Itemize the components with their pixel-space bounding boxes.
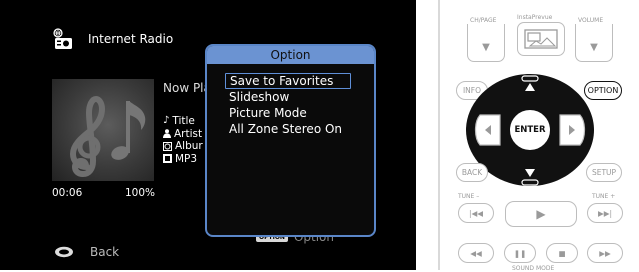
track-album-row: Albur (163, 140, 203, 153)
ch-page-down-button[interactable]: ▼ (467, 24, 505, 62)
back-button-icon (55, 246, 73, 258)
volume-label: VOLUME (578, 17, 604, 24)
rewind-button[interactable]: ◀◀ (458, 243, 494, 263)
track-artist: Artist (174, 127, 203, 140)
enter-button[interactable]: ENTER (509, 109, 551, 151)
track-title-row: ♪ Title (163, 115, 203, 128)
menu-item-save-to-favorites[interactable]: Save to Favorites (225, 73, 351, 89)
elapsed-time: 00:06 (52, 187, 83, 199)
buffer-percent: 100% (125, 187, 156, 199)
track-format: MP3 (175, 152, 198, 165)
skip-forward-icon: ▶▶| (597, 208, 613, 218)
insta-prevue-button[interactable] (517, 22, 565, 56)
music-note-icon: ♪ (163, 115, 170, 126)
skip-forward-button[interactable]: ▶▶| (587, 203, 623, 223)
screen-header: Internet Radio (52, 28, 173, 50)
track-info: ♪ Title Artist Albur MP3 (163, 115, 203, 165)
volume-down-button[interactable]: ▼ (575, 24, 613, 62)
chevron-down-icon: ▼ (590, 42, 598, 53)
stop-icon: ■ (558, 248, 566, 258)
menu-item-all-zone-stereo[interactable]: All Zone Stereo On (225, 121, 351, 137)
track-album: Albur (175, 140, 203, 152)
pause-icon: ❚❚ (513, 248, 527, 258)
fast-forward-icon: ▶▶ (599, 248, 611, 258)
option-menu-list: Save to Favorites Slideshow Picture Mode… (225, 73, 351, 137)
track-format-row: MP3 (163, 153, 203, 166)
back-remote-button[interactable]: BACK (456, 163, 488, 182)
now-playing-label: Now Pla (163, 81, 211, 95)
tune-minus-label: TUNE – (458, 193, 480, 200)
sound-mode-label: SOUND MODE (512, 265, 555, 272)
track-title: Title (172, 115, 195, 127)
tv-screen: Internet Radio Now Pla ♪ Title Artist Al… (0, 0, 416, 270)
disc-icon (163, 141, 172, 151)
enter-button-label: ENTER (514, 125, 546, 135)
remote-edge (438, 0, 440, 270)
skip-back-button[interactable]: |◀◀ (458, 203, 494, 223)
album-art (52, 79, 154, 181)
setup-button-label: SETUP (591, 168, 617, 177)
menu-item-picture-mode[interactable]: Picture Mode (225, 105, 351, 121)
setup-button[interactable]: SETUP (586, 163, 622, 182)
internet-radio-icon (53, 28, 72, 49)
skip-back-icon: |◀◀ (468, 208, 484, 218)
play-icon: ▶ (536, 207, 546, 221)
screen-title: Internet Radio (88, 32, 174, 46)
option-menu: Option Save to Favorites Slideshow Pictu… (205, 44, 376, 237)
person-icon (163, 129, 171, 139)
play-button[interactable]: ▶ (505, 201, 577, 227)
stop-button[interactable]: ■ (546, 243, 578, 263)
pause-button[interactable]: ❚❚ (504, 243, 536, 263)
preview-icon (524, 29, 558, 49)
back-hint: Back (54, 245, 119, 259)
tune-plus-label: TUNE + (592, 193, 616, 200)
fast-forward-button[interactable]: ▶▶ (587, 243, 623, 263)
back-label: Back (90, 245, 120, 259)
option-menu-title: Option (207, 46, 374, 64)
rewind-icon: ◀◀ (470, 248, 482, 258)
file-format-icon (163, 154, 172, 164)
chevron-down-icon: ▼ (482, 42, 490, 53)
ch-page-label: CH/PAGE (470, 17, 497, 24)
back-remote-label: BACK (461, 168, 483, 177)
insta-prevue-label: InstaPrevue (517, 14, 553, 21)
menu-item-slideshow[interactable]: Slideshow (225, 89, 351, 105)
track-artist-row: Artist (163, 128, 203, 141)
music-notes-icon (69, 95, 146, 178)
